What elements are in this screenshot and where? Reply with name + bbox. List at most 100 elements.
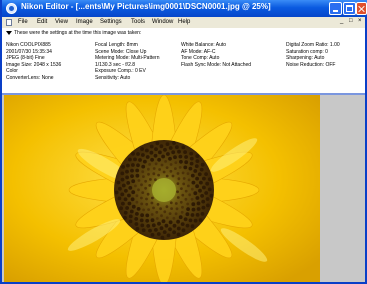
seed <box>186 207 191 211</box>
seed <box>155 217 159 220</box>
seed <box>184 155 189 159</box>
seed <box>165 142 170 146</box>
menu-help[interactable]: Help <box>178 19 190 25</box>
seed <box>206 203 210 208</box>
seed <box>179 200 183 204</box>
seed <box>190 224 195 229</box>
seed <box>150 218 155 223</box>
nikon-editor-window: Nikon Editor - [...ents\My Pictures\img0… <box>0 0 367 284</box>
seed <box>169 163 173 166</box>
seed <box>140 223 145 228</box>
seed <box>209 193 214 198</box>
info-header[interactable]: These were the settings at the time this… <box>6 30 141 36</box>
seed <box>194 164 199 168</box>
seed <box>128 157 132 162</box>
seed <box>197 172 202 177</box>
seed <box>147 208 151 211</box>
doc-restore-button[interactable]: □ <box>349 18 353 24</box>
seed <box>178 215 183 220</box>
doc-minimize-button[interactable]: _ <box>340 18 343 24</box>
seed <box>176 190 180 194</box>
seed <box>135 173 140 178</box>
seed <box>178 166 182 169</box>
seed <box>141 191 145 194</box>
seed <box>184 160 189 165</box>
seed <box>190 213 195 217</box>
seed <box>123 215 127 220</box>
seed <box>135 200 139 204</box>
seed <box>202 176 206 181</box>
seed <box>160 214 163 218</box>
sunflower-photo[interactable] <box>4 95 320 282</box>
nikon-app-icon[interactable] <box>6 3 17 14</box>
seed <box>181 171 185 175</box>
seed <box>185 223 190 228</box>
seed <box>120 177 125 182</box>
seed <box>148 184 152 187</box>
seed <box>133 157 137 162</box>
seed <box>185 212 190 217</box>
close-button[interactable] <box>356 2 367 15</box>
seed <box>137 188 140 192</box>
seed <box>174 161 178 164</box>
seed <box>200 162 205 167</box>
seed <box>159 207 163 211</box>
seed <box>150 233 155 237</box>
maximize-button[interactable] <box>343 2 356 15</box>
seed <box>180 187 183 190</box>
menu-view[interactable]: View <box>55 19 68 25</box>
seed <box>139 218 144 223</box>
window-title: Nikon Editor - [...ents\My Pictures\img0… <box>21 2 271 11</box>
menu-file[interactable]: File <box>18 19 28 25</box>
seed <box>141 164 146 169</box>
seed <box>171 150 176 155</box>
seed <box>145 213 150 218</box>
menu-image[interactable]: Image <box>76 19 93 25</box>
seed <box>142 175 145 178</box>
title-bar[interactable]: Nikon Editor - [...ents\My Pictures\img0… <box>2 0 367 17</box>
seed <box>178 154 183 159</box>
minimize-button[interactable] <box>329 2 342 15</box>
seed <box>184 197 188 201</box>
seed <box>146 192 150 196</box>
document-icon[interactable] <box>6 19 12 26</box>
info-column-camera: Nikon COOLPIX885 2001/07/30 15:35:34 JPE… <box>6 42 61 81</box>
seed <box>140 196 143 200</box>
seed <box>163 210 167 214</box>
seed <box>200 212 205 216</box>
seed <box>199 180 203 185</box>
menu-bar: File Edit View Image Settings Tools Wind… <box>2 17 365 28</box>
seed <box>190 197 194 201</box>
seed <box>126 181 131 185</box>
seed <box>137 179 141 182</box>
seed <box>151 223 156 228</box>
seed <box>186 172 190 175</box>
seed <box>121 165 125 169</box>
menu-tools[interactable]: Tools <box>131 19 145 25</box>
menu-window[interactable]: Window <box>152 19 173 25</box>
seed <box>114 190 119 195</box>
menu-settings[interactable]: Settings <box>100 19 122 25</box>
seed <box>140 202 144 206</box>
seed <box>188 193 192 197</box>
menu-edit[interactable]: Edit <box>37 19 47 25</box>
seed <box>162 230 167 235</box>
seed <box>172 230 177 235</box>
seed <box>125 206 129 210</box>
seed <box>126 163 130 168</box>
seed <box>168 220 173 225</box>
collapse-arrow-icon[interactable] <box>6 30 12 35</box>
seed <box>191 180 196 185</box>
seed <box>160 163 164 167</box>
seed <box>123 210 128 215</box>
seed <box>164 223 169 228</box>
center-core <box>152 178 176 202</box>
doc-close-button[interactable]: × <box>358 18 362 24</box>
image-viewport[interactable] <box>2 93 365 282</box>
seed <box>153 153 158 158</box>
seed <box>148 228 152 233</box>
seed <box>145 197 148 201</box>
seed <box>130 174 134 178</box>
seed <box>157 221 161 226</box>
seed <box>165 174 169 178</box>
